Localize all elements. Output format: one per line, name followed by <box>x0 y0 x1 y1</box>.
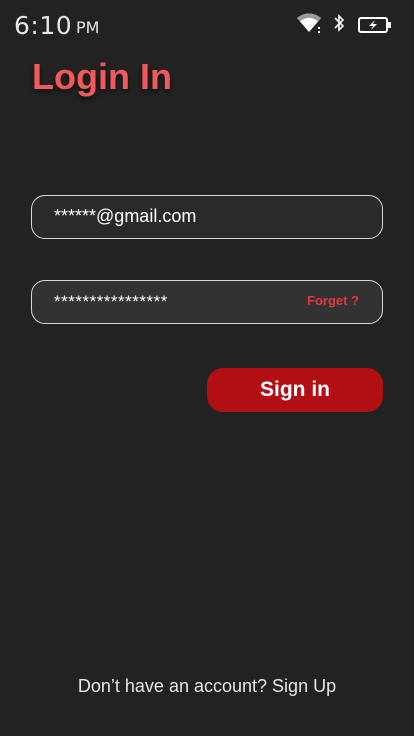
status-ampm: PM <box>76 18 100 37</box>
sign-in-button[interactable]: Sign in <box>207 368 383 412</box>
wifi-icon <box>297 13 321 33</box>
password-field[interactable]: **************** Forget ? <box>31 280 383 324</box>
email-value[interactable]: ******@gmail.com <box>54 206 196 227</box>
login-screen: 6:10 PM Login In ******@gmail.com ******… <box>0 0 414 736</box>
status-bar: 6:10 PM <box>0 0 414 52</box>
forget-password-link[interactable]: Forget ? <box>307 293 359 308</box>
password-value[interactable]: **************** <box>54 292 168 312</box>
email-field[interactable]: ******@gmail.com <box>31 195 383 239</box>
sign-up-link[interactable]: Sign Up <box>272 676 336 696</box>
page-title: Login In <box>32 56 172 97</box>
footer: Don’t have an account? Sign Up <box>0 676 414 697</box>
status-time: 6:10 <box>14 11 73 40</box>
battery-charging-icon <box>358 17 391 33</box>
bluetooth-icon <box>334 14 345 32</box>
no-account-prompt: Don’t have an account? <box>77 676 268 696</box>
